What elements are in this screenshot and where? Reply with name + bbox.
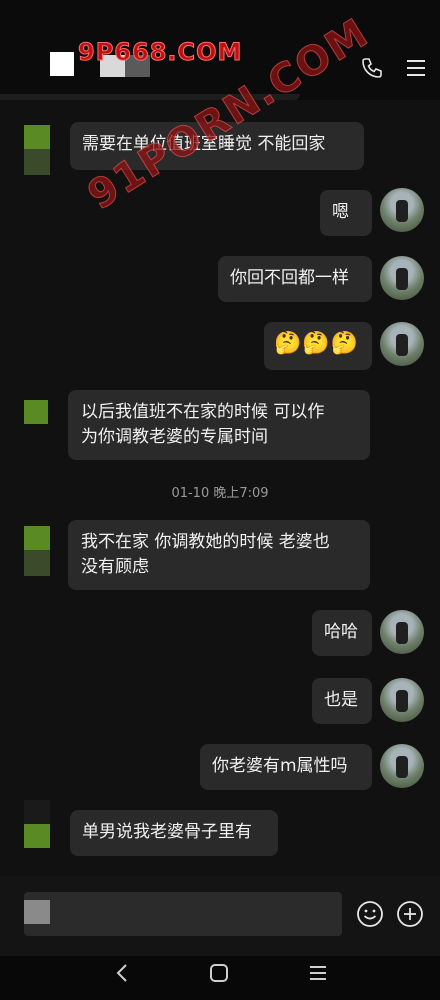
watermark-top: 9P668.COM — [77, 38, 243, 67]
message-bubble[interactable]: 我不在家 你调教她的时候 老婆也 没有顾虑 — [68, 520, 370, 590]
emoji-icon[interactable] — [356, 900, 384, 928]
contact-avatar[interactable] — [50, 52, 74, 76]
phone-icon[interactable] — [360, 56, 384, 80]
message-text: 单男说我老婆骨子里有 — [82, 822, 252, 842]
message-text-line: 我不在家 你调教她的时候 老婆也 — [81, 532, 330, 552]
message-timestamp: 01-10 晚上7:09 — [171, 486, 269, 501]
menu-icon[interactable] — [404, 56, 428, 80]
message-text: 你老婆有m属性吗 — [212, 756, 348, 776]
emoji-text: 🤔🤔🤔 — [274, 331, 360, 356]
plus-icon[interactable] — [396, 900, 424, 928]
self-avatar[interactable] — [380, 610, 424, 654]
message-bubble[interactable]: 单男说我老婆骨子里有 — [70, 810, 278, 856]
message-bubble[interactable]: 哈哈 — [312, 610, 372, 656]
message-text: 你回不回都一样 — [230, 268, 349, 288]
message-text-line: 以后我值班不在家的时候 可以作 — [81, 402, 325, 422]
message-bubble[interactable]: 你老婆有m属性吗 — [200, 744, 372, 790]
sender-avatar-shade — [24, 800, 50, 824]
message-text: 哈哈 — [324, 622, 358, 642]
message-text: 嗯 — [332, 202, 349, 222]
sender-avatar-shade — [24, 149, 50, 175]
message-bubble[interactable]: 你回不回都一样 — [218, 256, 372, 302]
message-bubble[interactable]: 以后我值班不在家的时候 可以作 为你调教老婆的专属时间 — [68, 390, 370, 460]
message-text-line: 为你调教老婆的专属时间 — [81, 427, 268, 447]
message-bubble[interactable]: 也是 — [312, 678, 372, 724]
sender-avatar[interactable] — [24, 125, 50, 149]
message-bubble[interactable]: 嗯 — [320, 190, 372, 236]
self-avatar[interactable] — [380, 678, 424, 722]
sender-avatar[interactable] — [24, 400, 48, 424]
sender-avatar-shade — [24, 550, 50, 576]
message-text: 也是 — [324, 690, 358, 710]
self-avatar[interactable] — [380, 744, 424, 788]
sender-avatar[interactable] — [24, 526, 50, 550]
recent-apps-icon[interactable] — [306, 962, 330, 984]
sender-avatar[interactable] — [24, 824, 50, 848]
home-icon[interactable] — [208, 962, 230, 984]
message-input[interactable] — [24, 892, 342, 936]
voice-toggle-icon[interactable] — [24, 900, 50, 924]
message-text-line: 没有顾虑 — [81, 557, 149, 577]
self-avatar[interactable] — [380, 256, 424, 300]
self-avatar[interactable] — [380, 188, 424, 232]
self-avatar[interactable] — [380, 322, 424, 366]
message-bubble[interactable]: 🤔🤔🤔 — [264, 322, 372, 370]
back-icon[interactable] — [112, 962, 132, 984]
